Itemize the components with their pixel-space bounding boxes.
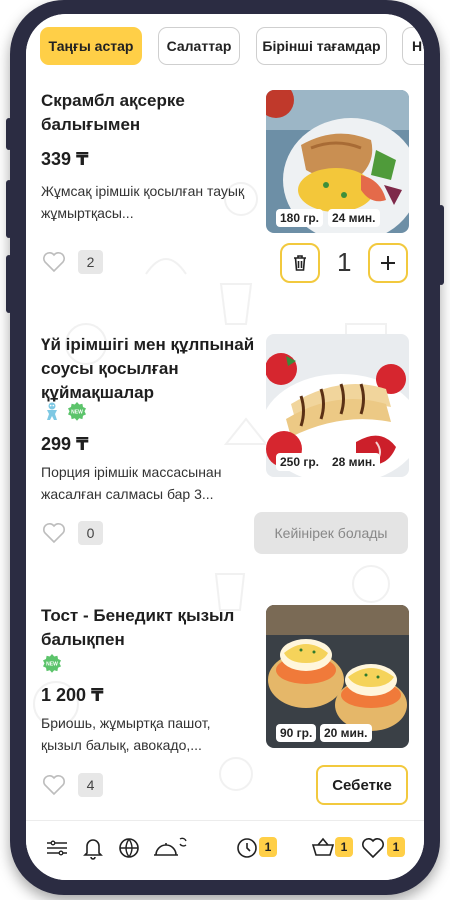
tab-breakfast[interactable]: Таңғы астар <box>40 27 142 65</box>
new-icon: NEW <box>68 402 86 421</box>
category-tabs: Таңғы астар Салаттар Бірінші тағамдар Н <box>26 14 424 84</box>
item-price: 299 ₸ <box>41 434 89 454</box>
svg-text:NEW: NEW <box>71 410 83 416</box>
cart-badge: 1 <box>335 837 353 857</box>
item-title: Тост - Бенедикт қызыл балықпен <box>41 606 235 649</box>
tab-salads[interactable]: Салаттар <box>158 27 240 65</box>
likes-count: 2 <box>78 250 103 274</box>
phone-side-button <box>438 205 444 285</box>
item-description: Жұмсақ ірімшік қосылған тауық жұмыртқасы… <box>41 183 245 221</box>
quantity-value: 1 <box>337 247 352 277</box>
add-to-cart-button[interactable]: Себетке <box>316 765 408 805</box>
remove-button[interactable] <box>280 243 320 283</box>
bell-icon[interactable] <box>80 835 106 861</box>
bottom-navigation: 1 1 1 <box>26 820 424 880</box>
unavailable-button[interactable]: Кейінірек болады <box>254 512 408 554</box>
globe-icon[interactable] <box>116 835 142 861</box>
item-title: Скрамбл ақсерке балығымен <box>41 91 185 134</box>
phone-side-button <box>6 255 12 313</box>
item-photo[interactable]: 250 гр. 28 мин. <box>266 334 409 477</box>
new-icon: NEW <box>43 654 61 673</box>
svg-text:NEW: NEW <box>46 662 58 668</box>
heart-icon[interactable] <box>42 774 66 796</box>
cloche-refresh-icon[interactable] <box>152 835 188 861</box>
tab-first-courses[interactable]: Бірінші тағамдар <box>256 27 387 65</box>
weight-tag: 180 гр. <box>276 209 324 227</box>
orders-badge: 1 <box>259 837 277 857</box>
basket-icon[interactable] <box>310 835 336 861</box>
phone-side-button <box>6 180 12 238</box>
tab-next[interactable]: Н <box>402 27 424 65</box>
plus-icon <box>381 256 395 270</box>
heart-icon[interactable] <box>42 251 66 273</box>
weight-tag: 90 гр. <box>276 724 317 742</box>
heart-icon[interactable] <box>42 522 66 544</box>
app-screen: Таңғы астар Салаттар Бірінші тағамдар Н … <box>26 14 424 880</box>
trash-icon <box>294 255 306 271</box>
favorites-heart-icon[interactable] <box>360 835 386 861</box>
weight-tag: 250 гр. <box>276 453 324 471</box>
time-tag: 24 мин. <box>328 209 380 227</box>
item-description: Бриошь, жұмыртқа пашот, қызыл балық, аво… <box>41 715 211 753</box>
favorites-badge: 1 <box>387 837 405 857</box>
clock-icon[interactable] <box>234 835 260 861</box>
add-button[interactable] <box>368 243 408 283</box>
item-description: Порция ірімшік массасынан жасалған салма… <box>41 464 222 502</box>
likes-count: 0 <box>78 521 103 545</box>
item-price: 1 200 ₸ <box>41 685 104 705</box>
kids-icon <box>47 402 57 420</box>
item-photo[interactable]: 180 гр. 24 мин. <box>266 90 409 233</box>
time-tag: 28 мин. <box>328 453 380 471</box>
time-tag: 20 мин. <box>320 724 372 742</box>
phone-side-button <box>6 118 12 150</box>
likes-count: 4 <box>78 773 103 797</box>
filter-menu-icon[interactable] <box>44 835 70 861</box>
item-price: 339 ₸ <box>41 149 89 169</box>
item-title: Үй ірімшігі мен құлпынай соусы қосылған … <box>41 335 255 402</box>
item-photo[interactable]: 90 гр. 20 мин. <box>266 605 409 748</box>
